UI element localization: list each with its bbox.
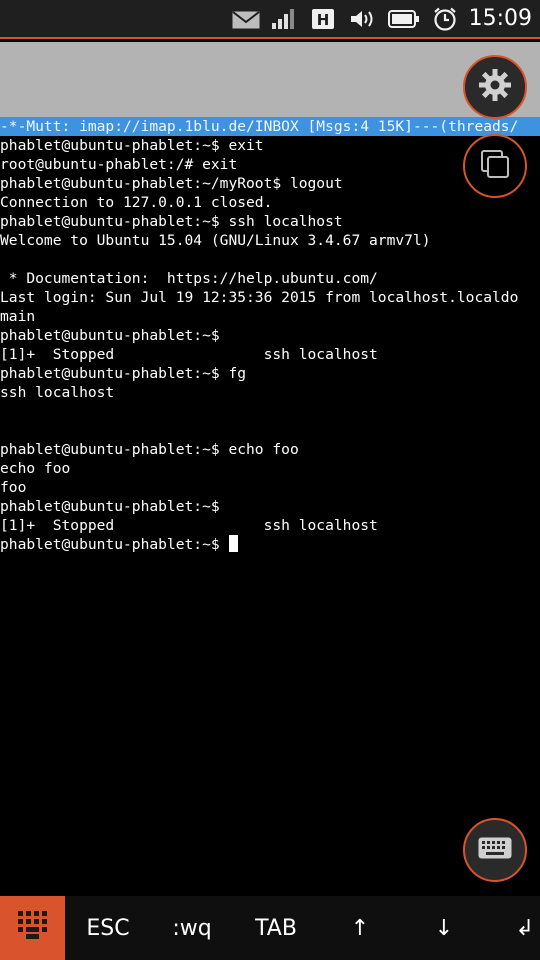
hspa-icon: H [312,9,334,33]
terminal-line: ssh localhost [0,383,540,402]
esc-key[interactable]: ESC [68,896,148,960]
terminal-line-text: phablet@ubuntu-phablet:~$ [0,498,220,515]
terminal-line: Welcome to Ubuntu 15.04 (GNU/Linux 3.4.6… [0,231,540,250]
terminal-line-text: ssh localhost [0,384,115,401]
terminal-line: [1]+ Stopped ssh localhost [0,345,540,364]
network-type-label: H [317,11,330,29]
terminal-app-screen: H 15:09 -*-Mutt: imap://imap.1blu.de/INB… [0,0,540,960]
tab-key[interactable]: TAB [236,896,316,960]
terminal-line-text: foo [0,479,27,496]
terminal-line: phablet@ubuntu-phablet:~$ [0,497,540,516]
terminal-line-text: echo foo [0,460,71,477]
terminal-line-text: * Documentation: https://help.ubuntu.com… [0,270,378,287]
alarm-icon [432,7,458,35]
terminal-line-text: Connection to 127.0.0.1 closed. [0,194,273,211]
terminal-line-text: Last login: Sun Jul 19 12:35:36 2015 fro… [0,289,519,306]
wq-key[interactable]: :wq [152,896,232,960]
terminal-output[interactable]: -*-Mutt: imap://imap.1blu.de/INBOX [Msgs… [0,117,540,554]
grid-icon [17,911,48,945]
terminal-line-text: phablet@ubuntu-phablet:~$ ssh localhost [0,213,343,230]
battery-icon [388,10,420,32]
terminal-line-text: phablet@ubuntu-phablet:~$ exit [0,137,264,154]
windows-button[interactable] [463,134,527,198]
enter-key[interactable]: ↲ [488,896,540,960]
terminal-header-area [0,42,540,117]
terminal-line-text: Welcome to Ubuntu 15.04 (GNU/Linux 3.4.6… [0,232,431,249]
clock: 15:09 [468,6,532,31]
keyboard-icon [478,837,512,863]
terminal-line-text: phablet@ubuntu-phablet:~$ [0,327,220,344]
keyboard-toggle-button[interactable] [463,818,527,882]
terminal-line: Connection to 127.0.0.1 closed. [0,193,540,212]
terminal-line-text: phablet@ubuntu-phablet:~$ echo foo [0,441,299,458]
terminal-line: phablet@ubuntu-phablet:~$ exit [0,136,540,155]
terminal-line-text: phablet@ubuntu-phablet:~/myRoot$ logout [0,175,343,192]
signal-icon [272,9,296,33]
terminal-line: phablet@ubuntu-phablet:~$ [0,535,540,554]
terminal-line: foo [0,478,540,497]
terminal-line-text: [1]+ Stopped ssh localhost [0,346,378,363]
terminal-line: phablet@ubuntu-phablet:~$ [0,326,540,345]
down-arrow-key[interactable]: ↓ [404,896,484,960]
terminal-line: phablet@ubuntu-phablet:~/myRoot$ logout [0,174,540,193]
terminal-line: phablet@ubuntu-phablet:~$ fg [0,364,540,383]
terminal-line: [1]+ Stopped ssh localhost [0,516,540,535]
settings-button[interactable] [463,55,527,119]
volume-icon [350,9,378,33]
terminal-line: root@ubuntu-phablet:/# exit [0,155,540,174]
up-arrow-key[interactable]: ↑ [320,896,400,960]
terminal-cursor [229,535,239,552]
terminal-line-text: -*-Mutt: imap://imap.1blu.de/INBOX [Msgs… [0,118,519,135]
terminal-line-text: [1]+ Stopped ssh localhost [0,517,378,534]
windows-icon [480,149,510,183]
terminal-line-text: main [0,308,36,325]
terminal-line: Last login: Sun Jul 19 12:35:36 2015 fro… [0,288,540,307]
terminal-line: * Documentation: https://help.ubuntu.com… [0,269,540,288]
terminal-line: phablet@ubuntu-phablet:~$ ssh localhost [0,212,540,231]
mutt-status-line: -*-Mutt: imap://imap.1blu.de/INBOX [Msgs… [0,117,540,136]
gear-icon [478,68,512,106]
status-bar[interactable]: H 15:09 [0,0,540,39]
envelope-icon [232,11,260,33]
keys-menu-button[interactable] [0,896,65,960]
extra-keys-bar: ESC :wq TAB ↑ ↓ ↲ [0,896,540,960]
terminal-line-text: root@ubuntu-phablet:/# exit [0,156,238,173]
terminal-line: echo foo [0,459,540,478]
terminal-line-text: phablet@ubuntu-phablet:~$ fg [0,365,247,382]
terminal-line-text: phablet@ubuntu-phablet:~$ [0,536,229,553]
terminal-line: phablet@ubuntu-phablet:~$ echo foo [0,440,540,459]
terminal-line: main [0,307,540,326]
